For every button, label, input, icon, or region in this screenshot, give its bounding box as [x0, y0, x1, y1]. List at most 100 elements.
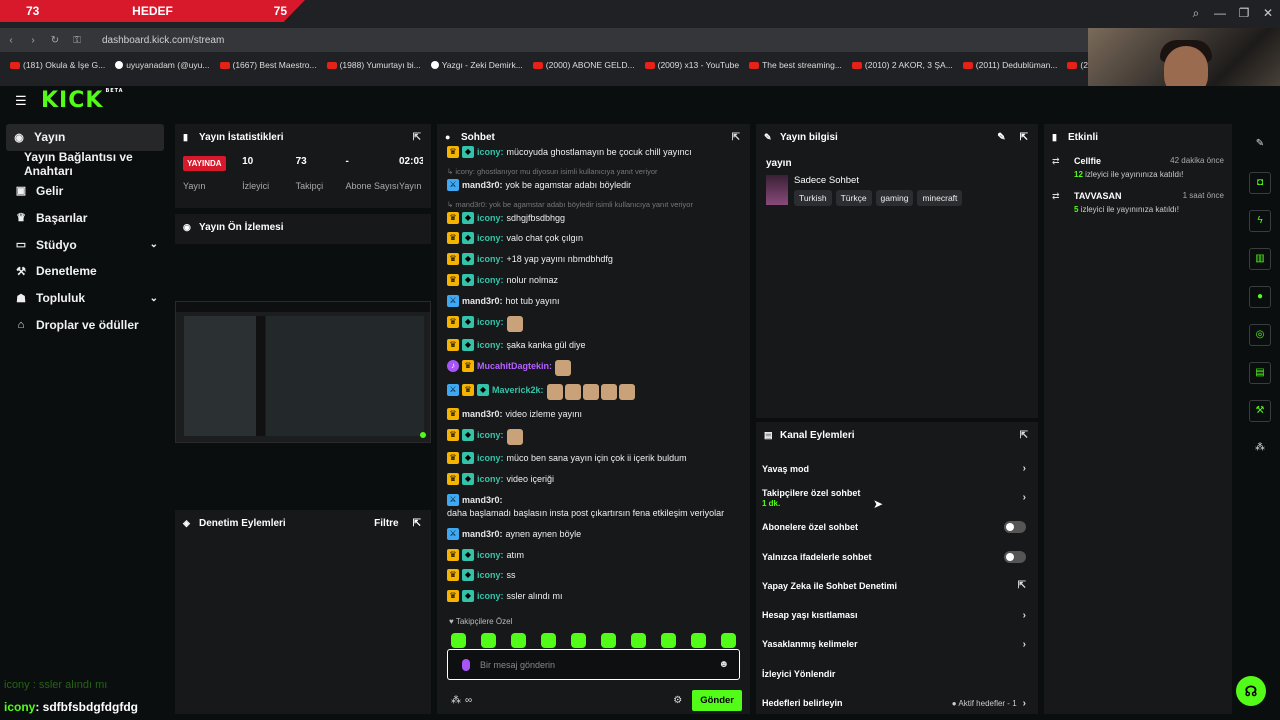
chat-username[interactable]: icony:	[477, 316, 504, 329]
bookmark-item[interactable]: (181) Okula & İşe G...	[10, 60, 105, 70]
sidebar-item[interactable]: ▭ Stüdyo ⌄	[0, 231, 170, 258]
chat-username[interactable]: icony:	[477, 452, 504, 465]
emote-icon[interactable]	[541, 633, 556, 648]
event-name[interactable]: TAVVASAN	[1074, 191, 1122, 201]
chat-username[interactable]: mand3r0:	[462, 179, 503, 192]
channel-action-item[interactable]: Hedefleri belirleyin ● Aktif hedefler - 1…	[756, 688, 1038, 717]
restore-icon[interactable]: ❐	[1232, 0, 1256, 26]
bookmark-item[interactable]: (1988) Yumurtayı bi...	[326, 60, 421, 70]
emote-icon[interactable]	[571, 633, 586, 648]
sidebar-item[interactable]: ⌂ Droplar ve ödüller	[0, 312, 170, 339]
bookmark-item[interactable]: The best streaming...	[749, 60, 842, 70]
popout-icon[interactable]: ⇱	[1020, 132, 1028, 143]
chat-username[interactable]: icony:	[477, 590, 504, 603]
toggle-switch[interactable]	[1004, 550, 1026, 563]
camera-icon[interactable]: ◘	[1249, 172, 1271, 194]
chevron-down-icon[interactable]: ⌄	[150, 293, 158, 304]
edit-icon[interactable]: ✎	[997, 132, 1005, 143]
external-link-icon[interactable]: ⇱	[1018, 580, 1026, 591]
kick-logo[interactable]: KICK BETA	[41, 88, 124, 113]
channel-action-item[interactable]: Hesap yaşı kısıtlaması ›	[756, 600, 1038, 629]
emote-icon[interactable]	[481, 633, 496, 648]
chat-username[interactable]: MucahitDagtekin:	[477, 360, 552, 373]
chat-username[interactable]: mand3r0:	[462, 494, 503, 507]
mic-icon[interactable]	[462, 658, 470, 671]
chat-username[interactable]: mand3r0:	[462, 295, 503, 308]
chat-username[interactable]: mand3r0:	[462, 408, 503, 421]
chat-bubble-icon[interactable]: ●	[1249, 286, 1271, 308]
clipboard-icon[interactable]: ▥	[1249, 248, 1271, 270]
popout-icon[interactable]: ⇱	[413, 518, 421, 529]
broadcast-icon[interactable]: ◎	[1249, 324, 1271, 346]
popout-icon[interactable]: ⇱	[413, 132, 421, 143]
chat-username[interactable]: icony:	[477, 549, 504, 562]
sidebar-item[interactable]: ☗ Topluluk ⌄	[0, 285, 170, 312]
bookmark-item[interactable]: (2011) Dedublüman...	[962, 60, 1057, 70]
tag-chip[interactable]: minecraft	[917, 190, 963, 206]
infinity-icon[interactable]: ∞	[465, 695, 472, 706]
chat-input[interactable]: Bir mesaj gönderin ☻	[447, 649, 740, 680]
sidebar-item[interactable]: ▣ Gelir	[0, 178, 170, 205]
emote-icon[interactable]	[661, 633, 676, 648]
emote-icon[interactable]	[451, 633, 466, 648]
chevron-right-icon[interactable]: ›	[1023, 463, 1026, 474]
channel-action-item[interactable]: Yalnızca ifadelerle sohbet	[756, 542, 1038, 571]
send-button[interactable]: Gönder	[692, 689, 742, 711]
chat-username[interactable]: icony:	[477, 473, 504, 486]
chat-username[interactable]: icony:	[477, 212, 504, 225]
tag-chip[interactable]: Turkish	[794, 190, 832, 206]
emote-icon[interactable]	[631, 633, 646, 648]
channel-action-item[interactable]: Yasaklanmış kelimeler ›	[756, 630, 1038, 659]
menu-icon[interactable]: ☰	[15, 93, 27, 109]
settings-dots-icon[interactable]: ⁂	[451, 695, 461, 706]
sidebar-item[interactable]: ◉ Yayın	[6, 124, 164, 151]
close-icon[interactable]: ✕	[1256, 0, 1280, 26]
wrench-icon[interactable]: ⚒	[1249, 400, 1271, 422]
popout-icon[interactable]: ⇱	[1020, 430, 1028, 441]
chat-username[interactable]: icony:	[477, 146, 504, 159]
sidebar-item[interactable]: ⚒ Denetleme	[0, 258, 170, 285]
channel-action-item[interactable]: Yavaş mod ›	[756, 454, 1038, 483]
url-text[interactable]: dashboard.kick.com/stream	[102, 35, 224, 46]
chat-username[interactable]: icony:	[477, 429, 504, 442]
emote-icon[interactable]	[601, 633, 616, 648]
sidebar-item[interactable]: ♛ Başarılar	[0, 204, 170, 231]
site-info-icon[interactable]: ⚿	[66, 35, 88, 46]
chat-username[interactable]: icony:	[477, 253, 504, 266]
event-name[interactable]: Cellfie	[1074, 156, 1101, 166]
apps-icon[interactable]: ⁂	[1249, 438, 1271, 460]
bolt-icon[interactable]: ϟ	[1249, 210, 1271, 232]
bookmark-item[interactable]: uyuyanadam (@uyu...	[115, 60, 210, 70]
bookmark-item[interactable]: (2000) ABONE GELD...	[532, 60, 635, 70]
stream-preview[interactable]	[175, 301, 431, 443]
filter-button[interactable]: Filtre	[374, 518, 398, 529]
bookmark-item[interactable]: (2009) x13 - YouTube	[644, 60, 739, 70]
chat-username[interactable]: mand3r0:	[462, 528, 503, 541]
help-button[interactable]: ☊	[1236, 676, 1266, 706]
chat-username[interactable]: icony:	[477, 232, 504, 245]
chevron-right-icon[interactable]: ›	[1023, 610, 1026, 621]
popout-icon[interactable]: ⇱	[732, 132, 740, 143]
category-name[interactable]: Sadece Sohbet	[794, 175, 962, 186]
channel-action-item[interactable]: İzleyici Yönlendir	[756, 659, 1038, 688]
bookmark-item[interactable]: Yazgı - Zeki Demirk...	[430, 60, 523, 70]
chevron-right-icon[interactable]: ›	[1023, 698, 1026, 709]
channel-action-item[interactable]: Takipçilere özel sohbet 1 dk. ›	[756, 483, 1038, 512]
chevron-down-icon[interactable]: ⌄	[150, 239, 158, 250]
emoji-icon[interactable]: ☻	[718, 659, 729, 670]
emote-icon[interactable]	[511, 633, 526, 648]
toggle-switch[interactable]	[1004, 521, 1026, 534]
chat-username[interactable]: icony:	[477, 339, 504, 352]
tag-chip[interactable]: gaming	[875, 190, 914, 206]
minimize-icon[interactable]: —	[1208, 0, 1232, 26]
sidebar-item[interactable]: Yayın Bağlantısı ve Anahtarı	[0, 150, 170, 178]
search-icon[interactable]: ⌕	[1184, 0, 1208, 26]
bookmark-item[interactable]: (2010) 2 AKOR, 3 ŞA...	[851, 60, 953, 70]
gear-icon[interactable]: ⚙	[673, 695, 682, 706]
chevron-right-icon[interactable]: ›	[1023, 492, 1026, 503]
layers-icon[interactable]: ▤	[1249, 362, 1271, 384]
channel-action-item[interactable]: Abonelere özel sohbet	[756, 513, 1038, 542]
channel-action-item[interactable]: Yapay Zeka ile Sohbet Denetimi ⇱	[756, 571, 1038, 600]
chat-username[interactable]: icony:	[477, 274, 504, 287]
tag-chip[interactable]: Türkçe	[835, 190, 872, 206]
